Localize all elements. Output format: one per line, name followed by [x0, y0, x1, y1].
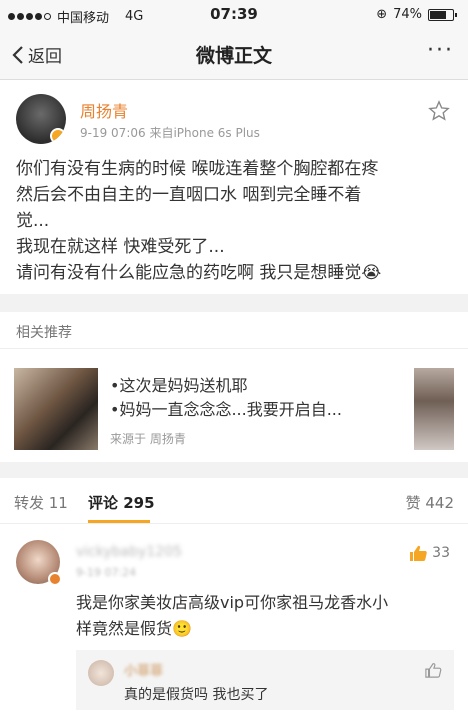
favorite-star-icon[interactable] [428, 100, 450, 122]
divider [0, 294, 468, 312]
comment-line: 我是你家美妆店高级vip可你家祖马龙香水小 [76, 593, 389, 612]
battery-fill [430, 10, 446, 19]
rotation-lock-icon: ⊕ [376, 7, 388, 22]
verified-badge-icon [50, 128, 66, 144]
reply-avatar[interactable] [88, 660, 114, 686]
recommend-thumbnail-next[interactable] [414, 368, 454, 450]
battery-icon [428, 8, 457, 21]
recommend-line: •妈妈一直念念念...我要开启自... [110, 400, 342, 419]
status-right: ⊕ 74% [376, 7, 457, 22]
comment-like-button[interactable]: 33 [408, 544, 450, 562]
comment-tabs: 转发 11 评论 295 赞 442 [0, 478, 468, 524]
more-button[interactable]: ··· [427, 40, 454, 62]
comment-line: 样竟然是假货🙂 [76, 619, 192, 638]
post-line: 我现在就这样 快难受死了... [16, 237, 225, 257]
divider [0, 348, 468, 349]
status-bar: 中国移动 4G 07:39 ⊕ 74% [0, 0, 468, 28]
post-line: 请问有没有什么能应急的药吃啊 我只是想睡觉😭 [16, 263, 382, 283]
tab-active-indicator [88, 520, 150, 523]
battery-percent: 74% [393, 7, 422, 22]
post-line: 你们有没有生病的时候 喉咙连着整个胸腔都在疼 [16, 159, 379, 179]
author-avatar[interactable] [16, 94, 66, 144]
post-card: 周扬青 9-19 07:06 来自iPhone 6s Plus 你们有没有生病的… [0, 80, 468, 294]
tab-repost[interactable]: 转发 11 [14, 492, 68, 513]
nav-bar: 返回 微博正文 ··· [0, 28, 468, 80]
tab-comment[interactable]: 评论 295 [88, 492, 155, 513]
comment-date: 9-19 07:24 [76, 566, 137, 579]
thumbs-up-icon[interactable] [424, 662, 442, 678]
post-line: 觉... [16, 211, 50, 231]
recommend-header: 相关推荐 [16, 325, 72, 341]
tab-like[interactable]: 赞 442 [406, 492, 454, 513]
recommend-card[interactable]: •这次是妈妈送机耶 •妈妈一直念念念...我要开启自... [110, 374, 342, 422]
comment-like-count: 33 [432, 545, 450, 561]
recommend-source: 来源于 周扬青 [110, 432, 186, 446]
author-name[interactable]: 周扬青 [80, 98, 128, 122]
recommend-line: •这次是妈妈送机耶 [110, 376, 248, 395]
page-title: 微博正文 [195, 45, 272, 67]
reply-box[interactable]: 小菲菲 真的是假货吗 我也买了 [76, 650, 454, 710]
post-line: 然后会不由自主的一直咽口水 咽到完全睡不着 [16, 185, 362, 205]
thumbs-up-icon [410, 545, 427, 561]
commenter-name[interactable]: vickybaby1205 [76, 544, 182, 560]
vip-badge-icon [48, 572, 62, 586]
post-text: 你们有没有生病的时候 喉咙连着整个胸腔都在疼 然后会不由自主的一直咽口水 咽到完… [16, 156, 456, 286]
divider [0, 462, 468, 478]
commenter-avatar[interactable] [16, 540, 62, 586]
reply-text: 真的是假货吗 我也买了 [124, 687, 269, 703]
recommend-thumbnail[interactable] [14, 368, 98, 450]
comment-text: 我是你家美妆店高级vip可你家祖马龙香水小 样竟然是假货🙂 [76, 590, 436, 642]
reply-user[interactable]: 小菲菲 [124, 660, 163, 679]
post-meta: 9-19 07:06 来自iPhone 6s Plus [80, 126, 260, 140]
